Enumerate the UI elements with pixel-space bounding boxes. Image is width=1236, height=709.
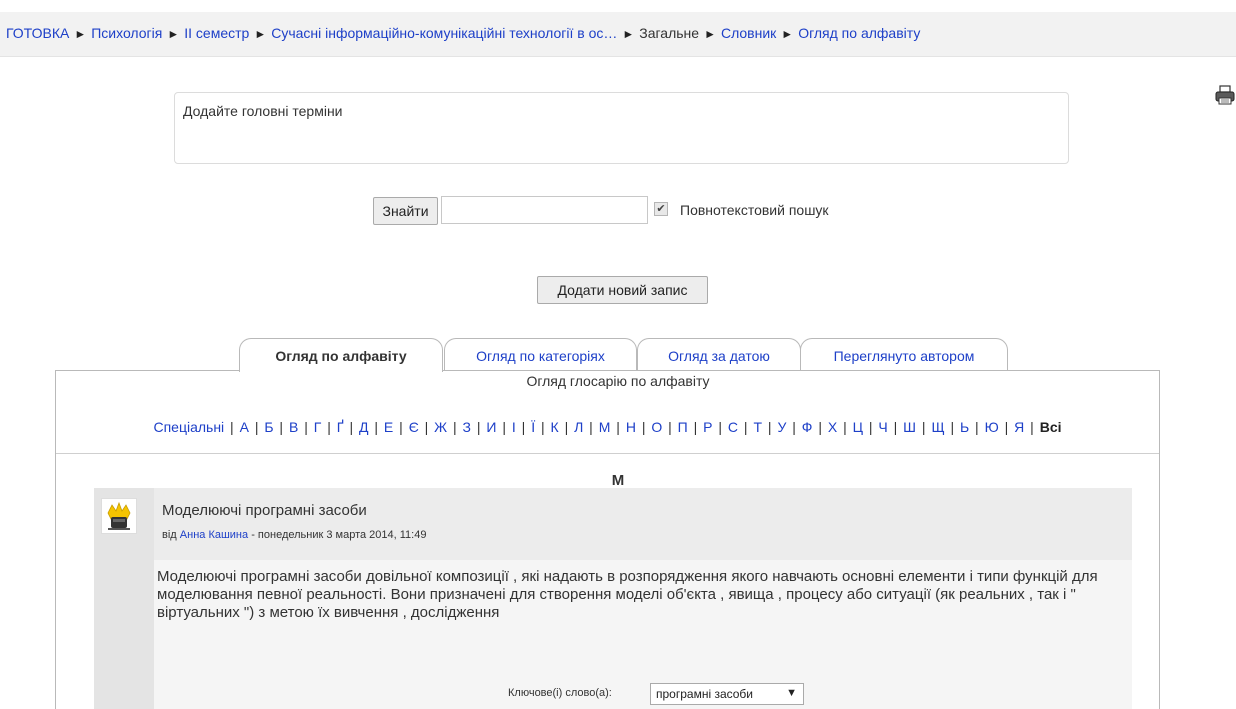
breadcrumb-item-course-category[interactable]: ГОТОВКА	[6, 25, 69, 41]
alphabet-letter-link[interactable]: Т	[753, 419, 762, 435]
avatar[interactable]	[101, 498, 137, 534]
entry-meta-prefix: від	[162, 529, 177, 541]
letter-heading: М	[611, 472, 625, 489]
alphabet-letter-link[interactable]: Ь	[960, 419, 969, 435]
breadcrumb-item-alphabet-view[interactable]: Огляд по алфавіту	[798, 25, 920, 41]
alphabet-letter-link[interactable]: Р	[703, 419, 712, 435]
top-strip	[0, 0, 1236, 12]
keywords-selected-value: програмні засоби	[656, 687, 754, 701]
tab-author[interactable]: Переглянуто автором	[800, 338, 1008, 370]
entry-meta: від Анна Кашина - понедельник 3 марта 20…	[162, 529, 426, 541]
alphabet-letter-link[interactable]: Ю	[985, 419, 999, 435]
alphabet-letter-link[interactable]: В	[289, 419, 298, 435]
entry-date: - понедельник 3 марта 2014, 11:49	[251, 529, 427, 541]
divider	[56, 453, 1159, 454]
breadcrumb-separator-icon: ►	[704, 27, 716, 41]
breadcrumb-item-psychology[interactable]: Психологія	[91, 25, 162, 41]
alphabet-letter-link[interactable]: Б	[264, 419, 273, 435]
alphabet-letter-link[interactable]: Ж	[434, 419, 447, 435]
alphabet-letter-link[interactable]: Ш	[903, 419, 916, 435]
search-button[interactable]: Знайти	[373, 197, 438, 225]
alphabet-letter-link[interactable]: О	[651, 419, 662, 435]
alphabet-letter-link[interactable]: У	[777, 419, 786, 435]
alphabet-letter-link[interactable]: С	[728, 419, 738, 435]
search-input[interactable]	[441, 196, 648, 224]
alphabet-all: Всі	[1039, 419, 1062, 435]
keywords-label: Ключове(і) слово(а):	[508, 687, 612, 699]
fulltext-checkbox[interactable]: ✔	[654, 202, 668, 216]
tab-alphabet[interactable]: Огляд по алфавіту	[239, 338, 443, 372]
breadcrumb-separator-icon: ►	[254, 27, 267, 41]
alphabet-index: Спеціальні | А | Б | В | Г | Ґ | Д | Е |…	[153, 419, 1062, 435]
breadcrumb-separator-icon: ►	[781, 27, 794, 41]
entry-definition: Моделюючі програмні засоби довільної ком…	[157, 568, 1098, 621]
alphabet-letter-link[interactable]: Я	[1014, 419, 1024, 435]
alphabet-letter-link[interactable]: І	[512, 419, 516, 435]
alphabet-letter-link[interactable]: Ф	[802, 419, 813, 435]
alphabet-letter-link[interactable]: Ц	[853, 419, 863, 435]
alphabet-letter-link[interactable]: М	[599, 419, 611, 435]
alphabet-letter-link[interactable]: Х	[828, 419, 837, 435]
alphabet-letter-link[interactable]: Г	[314, 419, 322, 435]
alphabet-letter-link[interactable]: А	[240, 419, 249, 435]
add-entry-button[interactable]: Додати новий запис	[537, 276, 708, 304]
panel-subtitle: Огляд глосарію по алфавіту	[526, 373, 710, 389]
alphabet-letter-link[interactable]: З	[463, 419, 471, 435]
breadcrumb-separator-icon: ►	[622, 27, 635, 41]
breadcrumb-separator-icon: ►	[74, 27, 87, 41]
alphabet-letter-link[interactable]: Ї	[531, 419, 535, 435]
entry-author-link[interactable]: Анна Кашина	[180, 529, 248, 541]
alphabet-letter-link[interactable]: Л	[574, 419, 583, 435]
alphabet-special-link[interactable]: Спеціальні	[153, 419, 224, 435]
alphabet-letter-link[interactable]: И	[486, 419, 496, 435]
entry-title: Моделюючі програмні засоби	[162, 502, 367, 519]
alphabet-letter-link[interactable]: Ґ	[337, 419, 344, 435]
tab-date[interactable]: Огляд за датою	[637, 338, 801, 370]
fulltext-label: Повнотекстовий пошук	[680, 202, 829, 218]
alphabet-letter-link[interactable]: Д	[359, 419, 368, 435]
entry-header	[154, 488, 1132, 560]
alphabet-letter-link[interactable]: Щ	[931, 419, 944, 435]
alphabet-letter-link[interactable]: Е	[384, 419, 393, 435]
breadcrumb-item-glossary[interactable]: Словник	[721, 25, 776, 41]
tab-categories[interactable]: Огляд по категоріях	[444, 338, 637, 370]
alphabet-letter-link[interactable]: Н	[626, 419, 636, 435]
glossary-description: Додайте головні терміни	[174, 92, 1069, 164]
breadcrumb-item-general: Загальне	[639, 25, 700, 41]
alphabet-letter-link[interactable]: К	[551, 419, 559, 435]
keywords-select[interactable]: програмні засоби ▼	[650, 683, 804, 705]
breadcrumb-item-semester[interactable]: ІІ семестр	[184, 25, 249, 41]
print-icon[interactable]	[1214, 84, 1236, 106]
alphabet-letter-link[interactable]: П	[678, 419, 688, 435]
alphabet-letter-link[interactable]: Є	[409, 419, 419, 435]
dropdown-arrow-icon: ▼	[786, 687, 797, 699]
alphabet-letter-link[interactable]: Ч	[878, 419, 887, 435]
breadcrumb-item-course[interactable]: Сучасні інформаційно-комунікаційні техно…	[271, 25, 617, 41]
breadcrumb-separator-icon: ►	[167, 27, 180, 41]
breadcrumb: ГОТОВКА ► Психологія ► ІІ семестр ► Сучасні ін…	[6, 25, 920, 41]
